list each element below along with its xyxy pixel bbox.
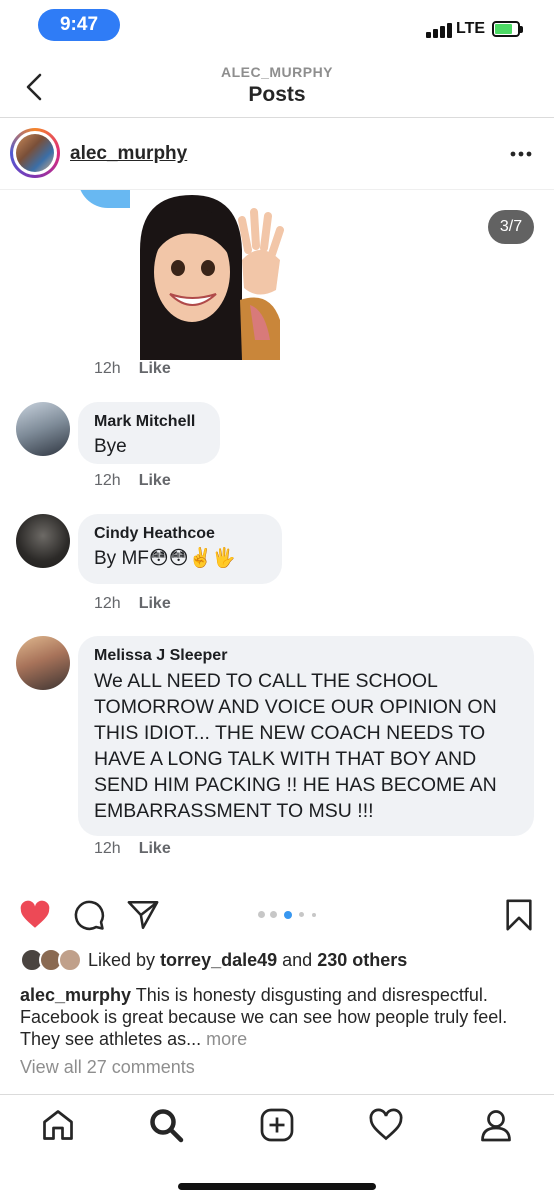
commenter-avatar (16, 402, 70, 456)
commenter-name: Cindy Heathcoe (94, 525, 215, 542)
comment-icon[interactable] (72, 898, 106, 932)
comment-like: Like (138, 595, 171, 612)
caption-more-link[interactable]: more (206, 1029, 247, 1049)
comment-time: 12h (94, 472, 121, 489)
comment-time: 12h (94, 360, 121, 377)
status-bar: 9:47 LTE (0, 0, 554, 50)
comment-like: Like (138, 360, 171, 377)
page-title: Posts (248, 83, 306, 106)
more-options-icon[interactable] (510, 151, 532, 157)
comment-bubble: Melissa J Sleeper We ALL NEED TO CALL TH… (78, 636, 534, 836)
heart-icon[interactable] (18, 898, 52, 932)
bookmark-icon[interactable] (502, 898, 536, 932)
liked-by-user[interactable]: torrey_dale49 (160, 950, 277, 970)
activity-heart-icon[interactable] (368, 1107, 404, 1143)
profile-icon[interactable] (478, 1107, 514, 1143)
post-username[interactable]: alec_murphy (70, 143, 187, 165)
home-icon[interactable] (40, 1107, 76, 1143)
caption-username[interactable]: alec_murphy (20, 985, 131, 1005)
view-all-comments-link[interactable]: View all 27 comments (20, 1057, 195, 1078)
tab-bar (0, 1094, 554, 1200)
nav-subtitle: ALEC_MURPHY (220, 64, 334, 80)
comment-meta: 12h Like (94, 595, 171, 613)
image-counter-badge: 3/7 (488, 210, 534, 244)
post-caption: alec_murphy This is honesty disgusting a… (20, 984, 540, 1050)
comment-meta: 12h Like (94, 840, 171, 858)
comment-text: By MF😳😳✌️🖐 (94, 548, 236, 569)
comment-text: Bye (94, 436, 127, 457)
post-header: alec_murphy (0, 118, 554, 190)
post-image[interactable]: 3/7 12h Like Mark Mitchell Bye 12h Like Ci… (0, 190, 554, 882)
commenter-name: Mark Mitchell (94, 413, 196, 430)
avatar-sticker-image (130, 190, 298, 360)
comment-bubble: Mark Mitchell Bye (78, 402, 220, 464)
share-icon[interactable] (126, 898, 160, 932)
search-icon[interactable] (148, 1107, 184, 1143)
sticker-meta: 12h Like (94, 360, 171, 378)
signal-icon (426, 22, 454, 38)
status-time[interactable]: 9:47 (38, 9, 120, 41)
comment-like: Like (138, 840, 171, 857)
nav-bar: ALEC_MURPHY Posts (0, 50, 554, 118)
comment-time: 12h (94, 595, 121, 612)
liked-by-others[interactable]: 230 others (317, 950, 407, 970)
home-indicator[interactable] (178, 1183, 376, 1190)
comment-bubble: Cindy Heathcoe By MF😳😳✌️🖐 (78, 514, 282, 584)
comment-meta: 12h Like (94, 472, 171, 490)
network-label: LTE (456, 20, 486, 37)
comment-time: 12h (94, 840, 121, 857)
comment-text: We ALL NEED TO CALL THE SCHOOL TOMORROW … (94, 670, 497, 822)
commenter-name: Melissa J Sleeper (94, 647, 228, 664)
post-actions (0, 882, 554, 946)
comment-like: Like (138, 472, 171, 489)
avatar[interactable] (10, 128, 60, 178)
add-post-icon[interactable] (259, 1107, 295, 1143)
commenter-avatar (16, 514, 70, 568)
liked-by-prefix: Liked by (88, 950, 156, 970)
liked-by-text: Liked by torrey_dale49 and 230 others (88, 950, 407, 971)
liked-by-and: and (282, 950, 313, 970)
liker-avatars (20, 948, 82, 972)
commenter-avatar (16, 636, 70, 690)
battery-icon (492, 21, 523, 37)
